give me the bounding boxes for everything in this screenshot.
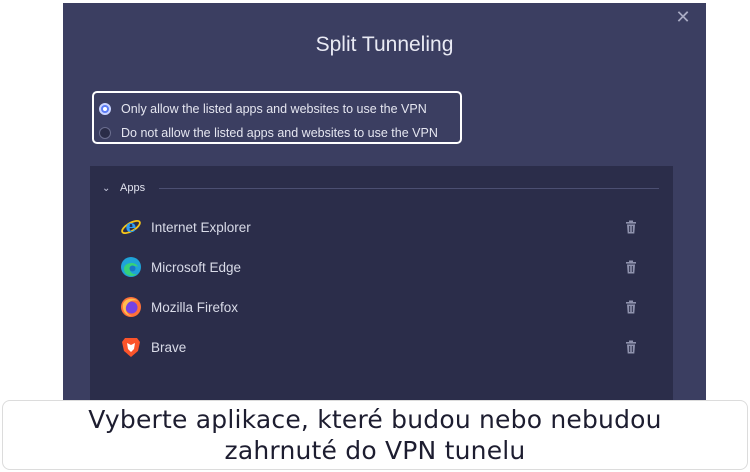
svg-text:e: e (126, 217, 137, 237)
apps-panel: ⌄ Apps e Internet Explorer Microsoft Edg… (90, 166, 673, 400)
radio-option-do-not-allow[interactable]: Do not allow the listed apps and website… (99, 121, 460, 145)
brave-icon (122, 338, 140, 357)
apps-section-header[interactable]: ⌄ Apps (102, 180, 659, 196)
app-row-microsoft-edge: Microsoft Edge (120, 254, 640, 280)
caption-line-1: Vyberte aplikace, které budou nebo nebud… (88, 405, 662, 434)
caption-box: Vyberte aplikace, které budou nebo nebud… (2, 400, 748, 470)
app-row-mozilla-firefox: Mozilla Firefox (120, 294, 640, 320)
split-tunneling-dialog: ✕ Split Tunneling Only allow the listed … (63, 3, 706, 400)
app-name: Internet Explorer (151, 219, 251, 235)
radio-button-selected[interactable] (99, 103, 111, 115)
tunnel-mode-radio-group: Only allow the listed apps and websites … (92, 91, 462, 144)
section-divider (159, 187, 659, 189)
trash-icon[interactable] (624, 300, 638, 314)
app-name: Microsoft Edge (151, 259, 242, 275)
app-row-brave: Brave (120, 334, 640, 360)
internet-explorer-icon: e (121, 217, 141, 237)
app-name: Brave (151, 339, 187, 355)
radio-option-only-allow[interactable]: Only allow the listed apps and websites … (99, 97, 460, 121)
close-icon[interactable]: ✕ (674, 9, 692, 27)
dialog-title: Split Tunneling (315, 33, 454, 56)
app-name: Mozilla Firefox (151, 299, 239, 315)
chevron-down-icon[interactable]: ⌄ (102, 183, 114, 194)
app-row-internet-explorer: e Internet Explorer (120, 214, 640, 240)
trash-icon[interactable] (624, 340, 638, 354)
radio-button-unselected[interactable] (99, 127, 111, 139)
trash-icon[interactable] (624, 260, 638, 274)
apps-section-title[interactable]: Apps (120, 182, 145, 194)
trash-icon[interactable] (624, 220, 638, 234)
microsoft-edge-icon (121, 257, 141, 277)
radio-label-only-allow: Only allow the listed apps and websites … (121, 102, 427, 116)
caption-line-2: zahrnuté do VPN tunelu (224, 436, 526, 465)
firefox-icon (121, 297, 141, 317)
radio-label-do-not-allow: Do not allow the listed apps and website… (121, 126, 438, 140)
